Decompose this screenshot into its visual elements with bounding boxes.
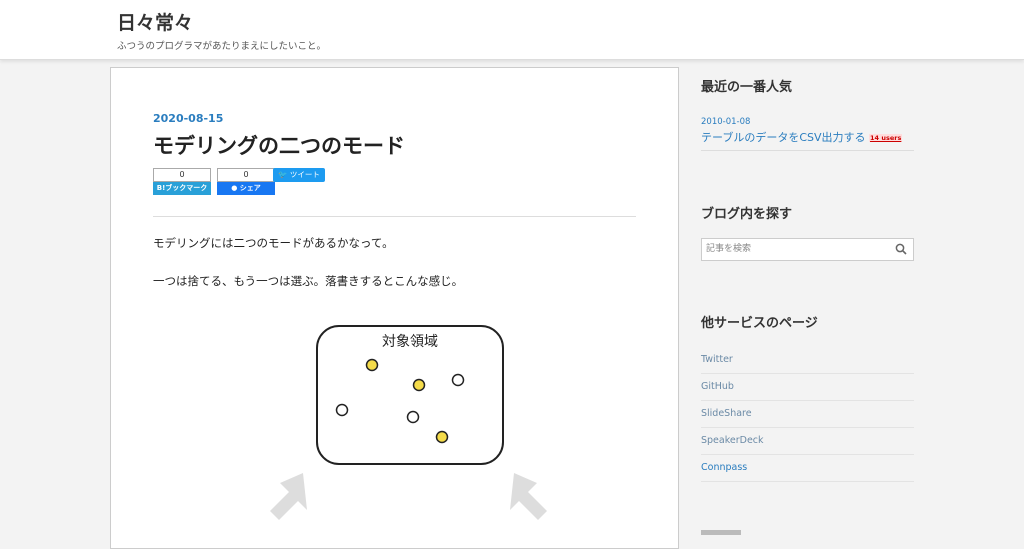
article-paragraph: モデリングには二つのモードがあるかなって。: [153, 236, 394, 250]
hatena-bookmark-button[interactable]: B!ブックマーク: [153, 182, 211, 195]
service-link-slideshare[interactable]: SlideShare: [701, 400, 914, 428]
facebook-count: 0: [217, 168, 275, 182]
next-section-heading-cutoff: [701, 530, 741, 535]
article-divider: [153, 216, 636, 217]
hatena-users-badge[interactable]: 14 users: [869, 134, 903, 142]
domain-dot: [335, 403, 349, 417]
blog-title[interactable]: 日々常々: [117, 8, 193, 35]
domain-dot: [365, 358, 379, 372]
domain-label: 対象領域: [382, 333, 438, 350]
domain-dot: [435, 430, 449, 444]
facebook-share-button[interactable]: ● シェア: [217, 182, 275, 195]
popular-heading: 最近の一番人気: [701, 80, 793, 95]
tweet-label: ツイート: [289, 170, 320, 179]
article-title[interactable]: モデリングの二つのモード: [153, 130, 405, 160]
article-paragraph: 一つは捨てる、もう一つは選ぶ。落書きするとこんな感じ。: [153, 274, 464, 288]
search-icon[interactable]: [895, 243, 907, 255]
article-body: 2020-08-15 モデリングの二つのモード 0 B!ブックマーク 0 ● シ…: [153, 68, 636, 548]
twitter-bird-icon: 🐦: [278, 170, 288, 179]
domain-dot: [451, 373, 465, 387]
search-box[interactable]: [701, 238, 914, 261]
blog-description: ふつうのプログラマがあたりまえにしたいこと。: [117, 41, 327, 52]
left-arrow: [270, 473, 307, 520]
hatena-share[interactable]: 0 B!ブックマーク: [153, 168, 211, 195]
facebook-icon: ●: [231, 184, 238, 192]
popular-entry[interactable]: テーブルのデータをCSV出力する 14 users: [701, 129, 903, 145]
facebook-share[interactable]: 0 ● シェア: [217, 168, 275, 195]
popular-entry-link[interactable]: テーブルのデータをCSV出力する: [701, 131, 866, 144]
domain-sketch-figure: 対象領域: [270, 325, 547, 520]
domain-dot: [406, 410, 420, 424]
hatena-count: 0: [153, 168, 211, 182]
service-link-github[interactable]: GitHub: [701, 373, 914, 401]
service-link-speakerdeck[interactable]: SpeakerDeck: [701, 427, 914, 455]
tweet-button[interactable]: 🐦 ツイート: [273, 168, 325, 182]
search-heading: ブログ内を探す: [701, 207, 793, 222]
domain-dot: [412, 378, 426, 392]
right-arrow: [510, 473, 547, 520]
service-link-twitter[interactable]: Twitter: [701, 346, 914, 374]
article-date[interactable]: 2020-08-15: [153, 112, 223, 125]
service-link-connpass[interactable]: Connpass: [701, 454, 914, 482]
blog-header: 日々常々 ふつうのプログラマがあたりまえにしたいこと。: [0, 0, 1024, 60]
facebook-share-label: シェア: [239, 184, 261, 192]
article-card: 2020-08-15 モデリングの二つのモード 0 B!ブックマーク 0 ● シ…: [110, 67, 679, 549]
popular-divider: [701, 150, 914, 151]
popular-entry-date: 2010-01-08: [701, 117, 751, 127]
services-heading: 他サービスのページ: [701, 316, 818, 331]
search-input[interactable]: [706, 242, 886, 256]
